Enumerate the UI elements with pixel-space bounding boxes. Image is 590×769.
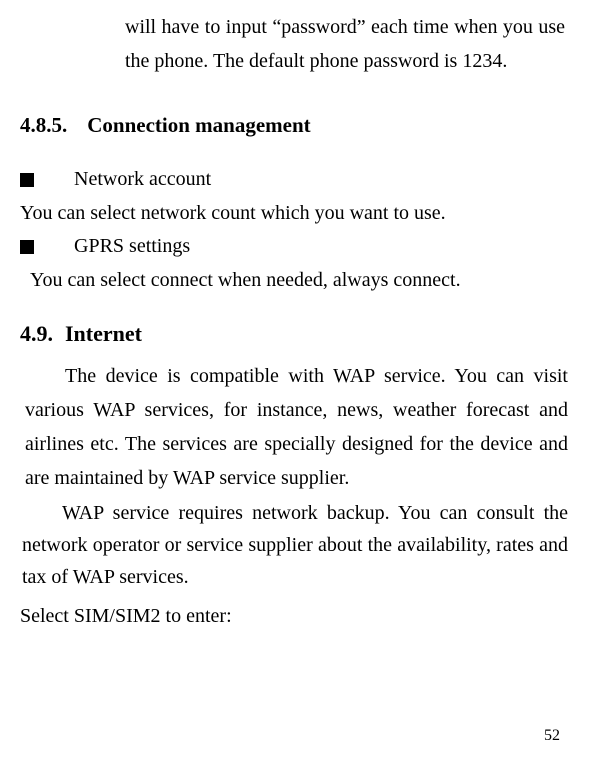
square-bullet-icon	[20, 173, 34, 187]
page-number: 52	[544, 727, 560, 745]
square-bullet-icon	[20, 240, 34, 254]
select-sim-line: Select SIM/SIM2 to enter:	[20, 605, 570, 628]
section-number: 4.8.5.	[20, 113, 67, 138]
bullet-row-gprs: GPRS settings	[20, 235, 570, 258]
bullet-label-network: Network account	[74, 168, 211, 191]
bullet-desc-gprs: You can select connect when needed, alwa…	[20, 264, 570, 296]
section-title: Connection management	[87, 113, 310, 137]
bullet-desc-network: You can select network count which you w…	[20, 197, 570, 229]
intro-paragraph: will have to input “password” each time …	[125, 10, 565, 78]
section-heading-connection: 4.8.5. Connection management	[20, 113, 570, 138]
section-heading-internet: 4.9. Internet	[20, 321, 570, 347]
internet-paragraph-1: The device is compatible with WAP servic…	[25, 359, 568, 495]
section-title: Internet	[65, 321, 142, 346]
bullet-label-gprs: GPRS settings	[74, 235, 190, 258]
bullet-row-network: Network account	[20, 168, 570, 191]
section-number: 4.9.	[20, 321, 53, 347]
internet-paragraph-2: WAP service requires network backup. You…	[22, 497, 568, 593]
